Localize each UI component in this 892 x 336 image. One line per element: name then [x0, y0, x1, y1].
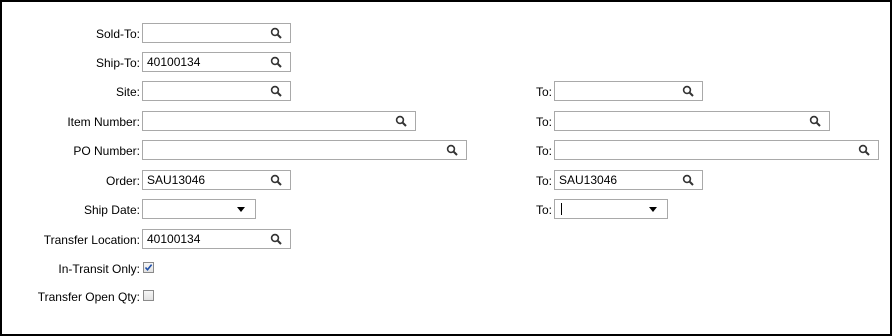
transfer-open-qty-checkbox[interactable] [143, 290, 154, 301]
search-icon[interactable] [270, 174, 282, 186]
site-to-label: To: [535, 85, 552, 99]
transfer-open-qty-label: Transfer Open Qty: [37, 290, 140, 304]
order-label: Order: [105, 174, 140, 188]
chevron-down-icon[interactable] [237, 207, 245, 212]
sold-to-field[interactable] [142, 23, 291, 43]
search-icon[interactable] [809, 115, 821, 127]
search-icon[interactable] [858, 144, 870, 156]
po-number-label: PO Number: [73, 144, 140, 158]
site-field[interactable] [142, 81, 291, 101]
transfer-location-field[interactable]: 40100134 [142, 229, 291, 249]
item-number-row: Item Number: To: [2, 111, 888, 133]
search-criteria-panel: Sold-To: Ship-To: 40100134 Site: To: Ite… [0, 0, 892, 336]
item-number-field[interactable] [142, 111, 416, 131]
search-icon[interactable] [270, 233, 282, 245]
ship-date-to-select[interactable] [554, 199, 668, 219]
search-icon[interactable] [270, 27, 282, 39]
search-icon[interactable] [270, 56, 282, 68]
item-number-to-field[interactable] [554, 111, 830, 131]
order-row: Order: SAU13046 To: SAU13046 [2, 170, 888, 192]
transfer-open-qty-row: Transfer Open Qty: [2, 286, 302, 308]
ship-date-label: Ship Date: [83, 203, 140, 217]
po-number-to-field[interactable] [554, 140, 879, 160]
po-number-field[interactable] [142, 140, 467, 160]
transfer-location-value: 40100134 [147, 232, 201, 246]
sold-to-label: Sold-To: [95, 27, 140, 41]
checkmark-icon [144, 264, 153, 272]
search-icon[interactable] [270, 85, 282, 97]
transfer-location-label: Transfer Location: [43, 233, 140, 247]
item-number-label: Item Number: [67, 115, 140, 129]
ship-to-label: Ship-To: [95, 56, 140, 70]
po-number-row: PO Number: To: [2, 140, 888, 162]
po-number-to-label: To: [535, 144, 552, 158]
search-icon[interactable] [682, 85, 694, 97]
ship-to-value: 40100134 [147, 55, 201, 69]
order-field[interactable]: SAU13046 [142, 170, 291, 190]
order-to-field[interactable]: SAU13046 [554, 170, 703, 190]
chevron-down-icon[interactable] [649, 207, 657, 212]
text-cursor [561, 203, 562, 215]
search-icon[interactable] [446, 144, 458, 156]
ship-date-select[interactable] [142, 199, 256, 219]
site-to-field[interactable] [554, 81, 703, 101]
in-transit-only-row: In-Transit Only: [2, 258, 302, 280]
site-label: Site: [115, 85, 140, 99]
ship-to-field[interactable]: 40100134 [142, 52, 291, 72]
search-icon[interactable] [395, 115, 407, 127]
order-to-label: To: [535, 174, 552, 188]
in-transit-only-checkbox[interactable] [143, 262, 154, 273]
ship-date-to-label: To: [535, 203, 552, 217]
search-icon[interactable] [682, 174, 694, 186]
item-number-to-label: To: [535, 115, 552, 129]
ship-date-row: Ship Date: To: [2, 199, 888, 221]
site-row: Site: To: [2, 81, 888, 103]
in-transit-only-label: In-Transit Only: [58, 262, 140, 276]
order-to-value: SAU13046 [559, 173, 618, 187]
order-value: SAU13046 [147, 173, 206, 187]
